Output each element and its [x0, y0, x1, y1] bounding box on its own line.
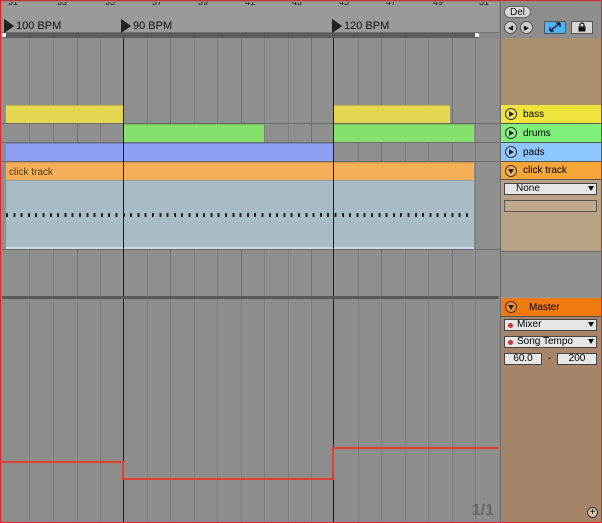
click-track-io-area: None — [501, 180, 601, 251]
clip-label: click track — [9, 167, 53, 178]
track-lane-click[interactable]: click track — [2, 162, 499, 250]
empty-header-area — [501, 251, 601, 297]
expand-arrows-icon — [549, 22, 561, 32]
tempo-marker-90[interactable]: 90 BPM — [121, 18, 173, 33]
clip-bass[interactable] — [334, 105, 450, 123]
previous-locator-button[interactable]: ◀ — [504, 21, 517, 34]
track-name: pads — [523, 146, 545, 158]
delete-button[interactable]: Del — [504, 6, 531, 18]
master-automation-controls: Mixer Song Tempo 60.0 - 200 + — [501, 317, 601, 522]
tempo-marker-120[interactable]: 120 BPM — [332, 18, 390, 33]
clip-bass[interactable] — [6, 105, 123, 123]
click-transients — [6, 213, 472, 217]
range-separator: - — [548, 353, 552, 364]
automation-line — [2, 447, 499, 480]
parameter-value: Song Tempo — [517, 336, 573, 347]
arrangement-tracks[interactable]: click track 1/1 — [2, 38, 499, 522]
page-indicator: 1/1 — [471, 502, 494, 519]
track-name: drums — [523, 127, 551, 139]
play-clip-icon[interactable] — [505, 108, 517, 120]
track-header-click-track[interactable]: click track — [501, 162, 601, 180]
fold-track-icon[interactable] — [505, 301, 517, 313]
clip-drums[interactable] — [124, 124, 264, 142]
automation-device-select[interactable]: Mixer — [504, 319, 597, 331]
input-channel-field[interactable] — [504, 200, 597, 212]
tempo-marker-lane[interactable]: 100 BPM 90 BPM 120 BPM — [2, 7, 499, 33]
marker-flag-icon — [121, 18, 131, 33]
grid-lines — [29, 299, 476, 522]
play-clip-icon[interactable] — [505, 146, 517, 158]
automation-dot-icon — [508, 339, 513, 345]
next-locator-button[interactable]: ▶ — [520, 21, 533, 34]
automation-parameter-select[interactable]: Song Tempo — [504, 336, 597, 348]
automation-dot-icon — [508, 322, 513, 328]
dropdown-arrow-icon — [588, 186, 594, 191]
tempo-marker-label: 100 BPM — [16, 19, 62, 32]
lock-button[interactable] — [571, 21, 593, 34]
tempo-range-max[interactable]: 200 — [557, 353, 597, 365]
track-header-bass[interactable]: bass — [501, 105, 601, 124]
lock-icon — [578, 22, 586, 32]
dropdown-arrow-icon — [588, 322, 594, 327]
track-lane-pads[interactable] — [2, 143, 499, 162]
track-name: click track — [523, 165, 567, 176]
empty-lane — [2, 38, 499, 105]
track-name: Master — [529, 301, 560, 313]
dropdown-arrow-icon — [588, 339, 594, 344]
tempo-range-min[interactable]: 60.0 — [504, 353, 542, 365]
loop-end-icon[interactable] — [475, 33, 479, 37]
device-value: Mixer — [517, 319, 542, 330]
input-type-value: None — [516, 183, 540, 194]
clip-pads[interactable] — [6, 143, 333, 161]
play-clip-icon[interactable] — [505, 127, 517, 139]
track-header-pads[interactable]: pads — [501, 143, 601, 162]
track-lane-bass[interactable] — [2, 105, 499, 124]
tempo-marker-label: 90 BPM — [133, 19, 173, 32]
input-type-select[interactable]: None — [504, 183, 597, 195]
marker-flag-icon — [4, 18, 14, 33]
clip-drums[interactable] — [334, 124, 474, 142]
panel-controls: Del ◀ ▶ — [501, 2, 601, 38]
track-header-panel: Del ◀ ▶ bass drums pads click track None… — [500, 2, 601, 522]
loop-start-icon[interactable] — [2, 33, 6, 37]
master-automation-lane[interactable]: 1/1 — [2, 296, 499, 522]
track-name: bass — [523, 108, 545, 120]
marker-flag-icon — [332, 18, 342, 33]
arrow-right-icon: ▶ — [523, 25, 530, 32]
track-header-master[interactable]: Master — [501, 298, 601, 317]
clip-click-track[interactable]: click track — [6, 162, 474, 180]
empty-header-area — [501, 38, 601, 105]
tempo-automation-envelope[interactable] — [2, 299, 499, 522]
arrangement-view: 31 33 35 37 39 41 43 45 47 49 51 100 BPM… — [0, 0, 602, 523]
fold-track-icon[interactable] — [505, 164, 517, 177]
tempo-marker-label: 120 BPM — [344, 19, 390, 32]
arrow-left-icon: ◀ — [507, 25, 514, 32]
fold-toggle-button[interactable] — [544, 21, 566, 34]
track-header-drums[interactable]: drums — [501, 124, 601, 143]
tempo-marker-100[interactable]: 100 BPM — [4, 18, 62, 33]
track-lane-drums[interactable] — [2, 124, 499, 143]
add-lane-button[interactable]: + — [587, 507, 598, 518]
